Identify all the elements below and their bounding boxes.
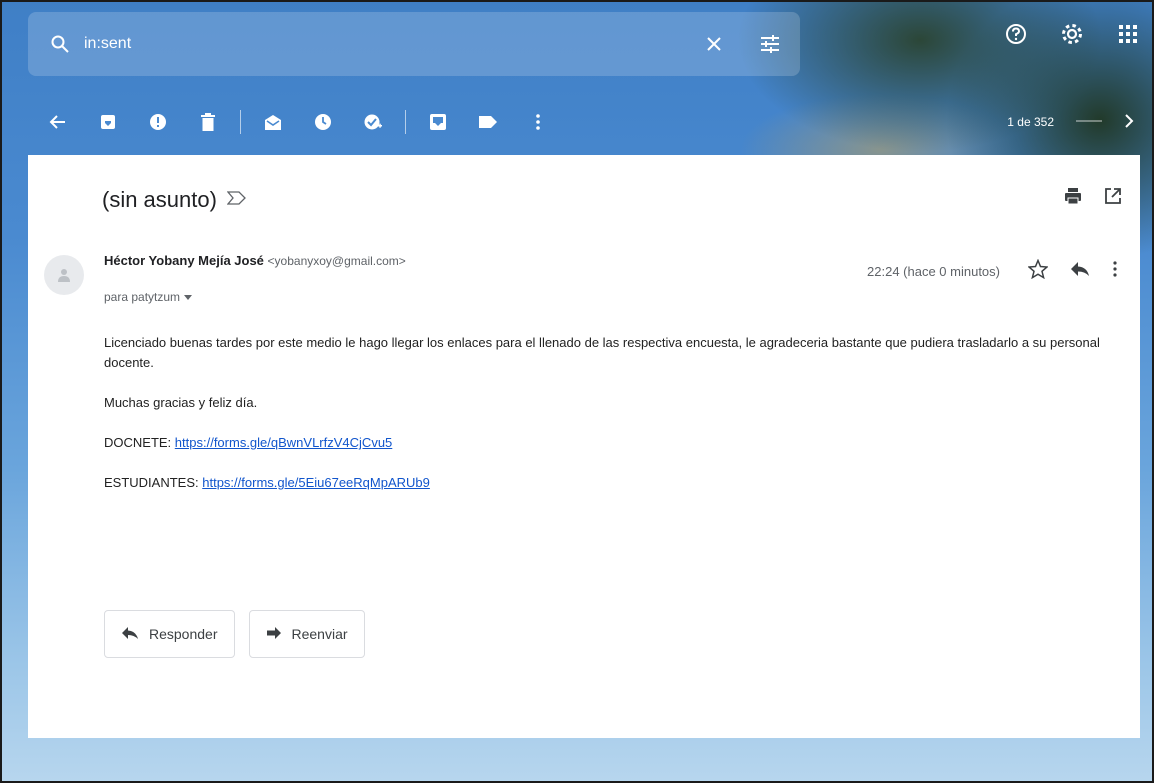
reply-actions: Responder Reenviar xyxy=(104,610,365,658)
body-paragraph: Licenciado buenas tardes por este medio … xyxy=(104,335,1100,370)
pagination: 1 de 352 xyxy=(1007,104,1134,140)
add-task-icon[interactable] xyxy=(355,104,391,140)
message-meta: 22:24 (hace 0 minutos) xyxy=(867,258,1118,284)
link-line-docente: DOCNETE: https://forms.gle/qBwnVLrfzV4Cj… xyxy=(104,433,1124,453)
more-vert-icon[interactable] xyxy=(1112,260,1118,283)
settings-icon[interactable] xyxy=(1058,20,1086,48)
more-icon[interactable] xyxy=(520,104,556,140)
help-icon[interactable] xyxy=(1002,20,1030,48)
archive-icon[interactable] xyxy=(90,104,126,140)
search-options-icon[interactable] xyxy=(750,24,790,64)
print-icon[interactable] xyxy=(1064,187,1082,210)
body-paragraph: Muchas gracias y feliz día. xyxy=(104,395,258,410)
recipient-text: para patytzum xyxy=(104,290,181,304)
new-window-icon[interactable] xyxy=(1104,187,1122,210)
clear-icon[interactable] xyxy=(694,24,734,64)
star-icon[interactable] xyxy=(1027,258,1049,284)
labels-icon[interactable] xyxy=(470,104,506,140)
search-icon[interactable] xyxy=(40,24,80,64)
card-actions xyxy=(1064,187,1122,210)
move-to-icon[interactable] xyxy=(420,104,456,140)
search-input[interactable] xyxy=(80,35,694,53)
sender-line: Héctor Yobany Mejía José <yobanyxoy@gmai… xyxy=(104,253,406,268)
snooze-icon[interactable] xyxy=(305,104,341,140)
forward-button-label: Reenviar xyxy=(291,626,348,642)
toolbar-divider xyxy=(240,110,241,134)
reply-button-label: Responder xyxy=(149,626,218,642)
recipient-line[interactable]: para patytzum xyxy=(104,290,193,304)
reply-button[interactable]: Responder xyxy=(104,610,235,658)
message-time: 22:24 (hace 0 minutos) xyxy=(867,264,1000,279)
estudiantes-form-link[interactable]: https://forms.gle/5Eiu67eeRqMpARUb9 xyxy=(202,475,430,490)
mark-unread-icon[interactable] xyxy=(255,104,291,140)
sender-email: <yobanyxoy@gmail.com> xyxy=(267,254,406,268)
delete-icon[interactable] xyxy=(190,104,226,140)
reply-icon[interactable] xyxy=(1070,261,1090,282)
reply-icon xyxy=(121,626,139,643)
sender-name[interactable]: Héctor Yobany Mejía José xyxy=(104,253,264,268)
link-line-estudiantes: ESTUDIANTES: https://forms.gle/5Eiu67eeR… xyxy=(104,473,1124,493)
link-label: ESTUDIANTES: xyxy=(104,475,199,490)
forward-icon xyxy=(266,626,282,643)
pagination-count: 1 de 352 xyxy=(1007,115,1054,129)
previous-icon[interactable] xyxy=(1074,115,1104,129)
back-icon[interactable] xyxy=(40,104,76,140)
subject-row: (sin asunto) xyxy=(102,187,247,213)
header-actions xyxy=(1002,20,1142,48)
search-bar[interactable] xyxy=(28,12,800,76)
email-subject: (sin asunto) xyxy=(102,187,217,212)
link-label: DOCNETE: xyxy=(104,435,172,450)
apps-icon[interactable] xyxy=(1114,20,1142,48)
docente-form-link[interactable]: https://forms.gle/qBwnVLrfzV4CjCvu5 xyxy=(175,435,392,450)
chevron-down-icon[interactable] xyxy=(184,290,193,304)
importance-marker-icon[interactable] xyxy=(226,190,247,210)
avatar[interactable] xyxy=(44,255,84,295)
report-spam-icon[interactable] xyxy=(140,104,176,140)
toolbar-divider xyxy=(405,110,406,134)
email-card: (sin asunto) Héctor Yobany Mejía José <y… xyxy=(28,155,1140,738)
forward-button[interactable]: Reenviar xyxy=(248,610,365,658)
next-icon[interactable] xyxy=(1124,113,1134,132)
message-toolbar xyxy=(40,104,570,140)
message-body: Licenciado buenas tardes por este medio … xyxy=(104,333,1124,513)
